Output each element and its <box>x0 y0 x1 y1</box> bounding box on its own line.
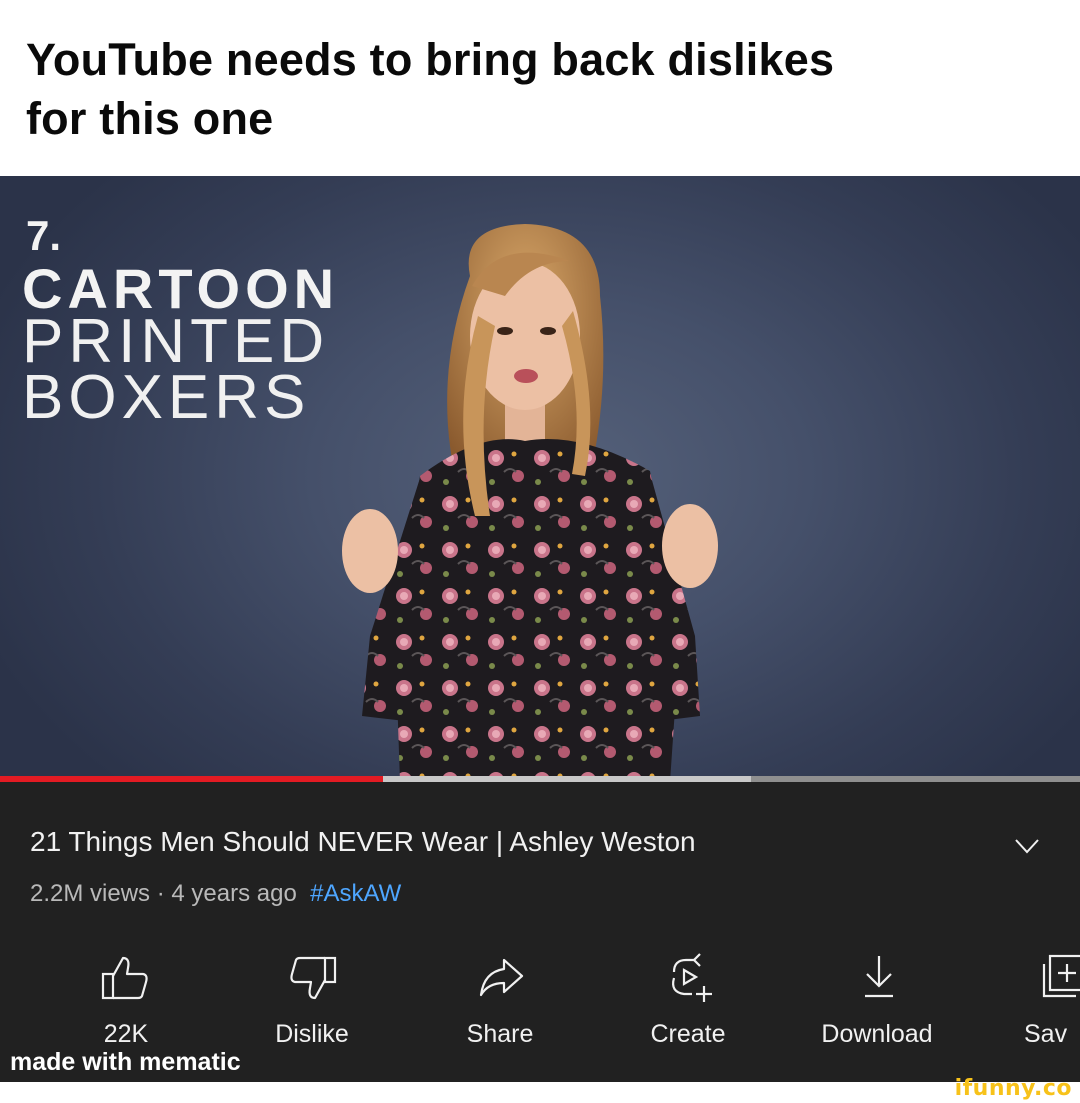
share-icon <box>479 958 524 997</box>
download-label: Download <box>821 1020 933 1048</box>
caption-line-2: for this one <box>26 93 274 144</box>
video-meta: 2.2M views · 4 years ago #AskAW <box>30 880 401 908</box>
dislike-label: Dislike <box>275 1020 349 1048</box>
video-player[interactable]: 7. CARTOON PRINTED BOXERS <box>0 176 1080 782</box>
download-icon <box>865 956 893 998</box>
ifunny-watermark: ifunny.co <box>954 1076 1072 1101</box>
like-button[interactable]: 22K <box>66 952 186 1062</box>
upload-age: 4 years ago <box>171 880 297 907</box>
hashtag-link[interactable]: #AskAW <box>310 880 401 907</box>
caption-text: YouTube needs to bring back dislikes for… <box>26 30 1046 148</box>
chevron-down-icon[interactable] <box>1012 834 1042 858</box>
video-info-panel: 21 Things Men Should NEVER Wear | Ashley… <box>0 782 1080 1082</box>
save-icon <box>1042 954 1080 998</box>
save-label: Sav <box>1024 1020 1068 1048</box>
save-button[interactable]: Sav <box>1006 952 1080 1062</box>
like-count: 22K <box>103 1020 149 1048</box>
caption-line-1: YouTube needs to bring back dislikes <box>26 34 835 85</box>
view-count: 2.2M views <box>30 880 151 907</box>
thumbs-up-icon <box>101 956 148 1000</box>
mematic-watermark: made with mematic <box>10 1048 241 1076</box>
overlay-number: 7. <box>26 212 62 259</box>
meta-separator: · <box>150 880 172 907</box>
dislike-button[interactable]: Dislike <box>252 952 372 1062</box>
bottom-strip: ifunny.co <box>0 1076 1080 1103</box>
create-button[interactable]: Create <box>628 952 748 1062</box>
download-button[interactable]: Download <box>817 952 937 1062</box>
create-icon <box>672 953 712 1002</box>
video-title[interactable]: 21 Things Men Should NEVER Wear | Ashley… <box>30 826 696 858</box>
meme-caption: YouTube needs to bring back dislikes for… <box>0 0 1080 176</box>
create-label: Create <box>650 1020 726 1048</box>
share-label: Share <box>466 1020 534 1048</box>
thumbs-down-icon <box>290 956 337 1000</box>
presenter-figure <box>342 224 718 782</box>
share-button[interactable]: Share <box>440 952 560 1062</box>
overlay-subheading-2: BOXERS <box>22 363 311 432</box>
